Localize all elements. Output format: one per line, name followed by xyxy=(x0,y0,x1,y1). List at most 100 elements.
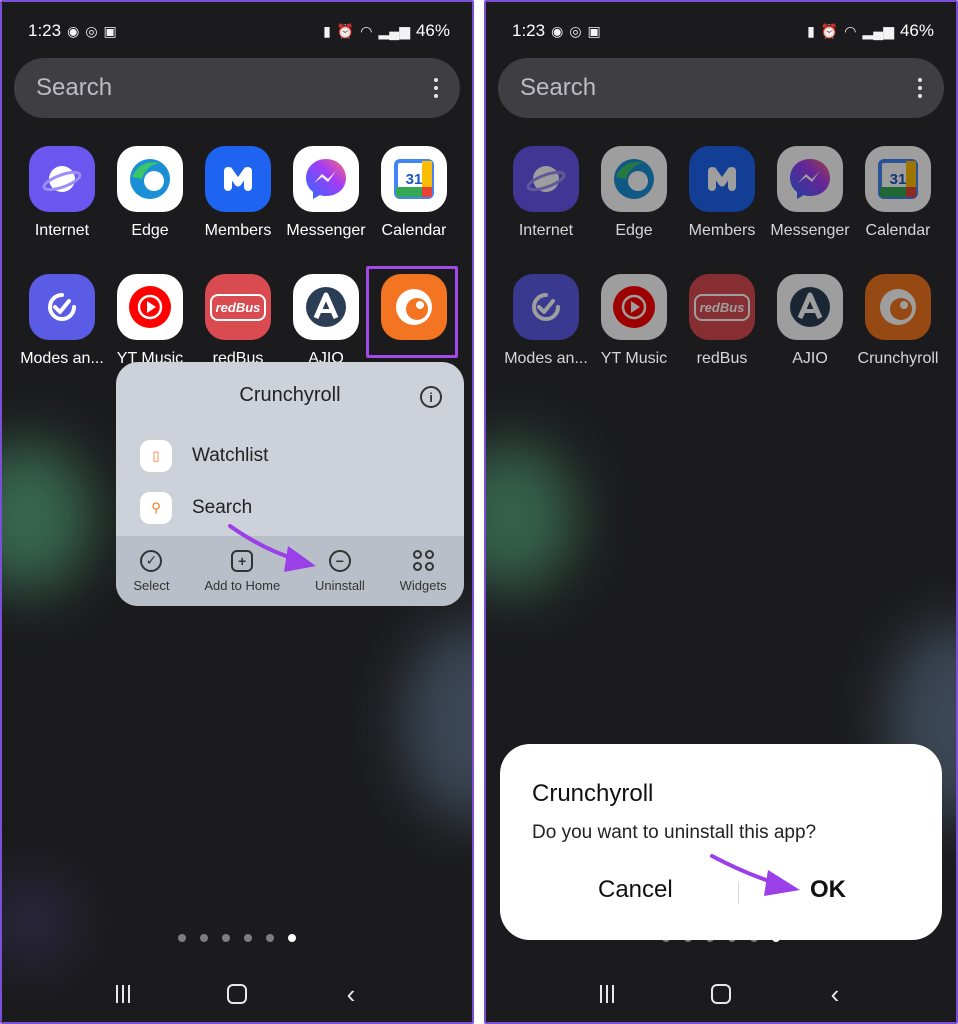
whatsapp-icon: ◉ xyxy=(551,22,564,39)
instagram-icon: ◎ xyxy=(85,22,98,39)
app-edge[interactable]: Edge xyxy=(590,146,678,240)
annotation-arrow xyxy=(710,854,800,896)
app-members[interactable]: Members xyxy=(194,146,282,240)
minus-circle-icon: − xyxy=(328,549,351,572)
app-messenger[interactable]: Messenger xyxy=(282,146,370,240)
alarm-icon: ⏰ xyxy=(336,22,355,39)
wallpaper-blob xyxy=(402,622,472,822)
app-internet[interactable]: Internet xyxy=(502,146,590,240)
members-icon xyxy=(689,146,755,212)
app-row-1: Internet Edge Members Messenger 31 Calen… xyxy=(502,146,942,240)
ok-button[interactable]: OK xyxy=(810,876,846,904)
crunchyroll-icon xyxy=(865,274,931,340)
context-menu-title: Crunchyroll xyxy=(239,384,341,406)
app-ajio[interactable]: AJIO xyxy=(766,274,854,368)
edge-icon xyxy=(117,146,183,212)
app-modes[interactable]: Modes an... xyxy=(502,274,590,368)
nav-recents-icon[interactable] xyxy=(103,985,143,1003)
page-dot[interactable] xyxy=(266,934,274,942)
cancel-button[interactable]: Cancel xyxy=(598,876,673,904)
app-label: Messenger xyxy=(770,222,850,239)
app-redbus[interactable]: redBus redBus xyxy=(678,274,766,368)
widgets-button[interactable]: Widgets xyxy=(399,549,447,593)
app-edge[interactable]: Edge xyxy=(106,146,194,240)
shortcut-label: Watchlist xyxy=(192,445,269,466)
more-vert-icon[interactable] xyxy=(434,78,438,98)
action-label: Uninstall xyxy=(314,577,365,593)
status-time: 1:23 xyxy=(28,21,62,40)
more-vert-icon[interactable] xyxy=(918,78,922,98)
nav-home-button[interactable] xyxy=(701,984,741,1004)
edge-icon xyxy=(601,146,667,212)
app-crunchyroll[interactable]: Crunchyroll xyxy=(854,274,942,368)
page-dot-active[interactable] xyxy=(288,934,296,942)
nav-back-icon[interactable]: ‹ xyxy=(815,979,855,1010)
page-dot[interactable] xyxy=(222,934,230,942)
action-label: Widgets xyxy=(399,577,447,593)
ajio-icon xyxy=(777,274,843,340)
app-calendar[interactable]: 31 Calendar xyxy=(370,146,458,240)
ajio-icon xyxy=(293,274,359,340)
info-icon[interactable]: i xyxy=(420,386,442,408)
app-yt-music[interactable]: YT Music xyxy=(106,274,194,368)
battery-saver-icon: ▮ xyxy=(323,22,331,39)
app-label: Internet xyxy=(34,222,90,239)
app-ajio[interactable]: AJIO xyxy=(282,274,370,368)
app-row-1: Internet Edge Members Messenger 31 Calen… xyxy=(18,146,458,240)
app-redbus[interactable]: redBus redBus xyxy=(194,274,282,368)
nav-recents-icon[interactable] xyxy=(587,985,627,1003)
nav-home-button[interactable] xyxy=(217,984,257,1004)
calendar-date: 31 xyxy=(889,170,907,188)
status-bar: 1:23 ◉ ◎ ▣ ▮ ⏰ ◠ ▂▄▆ 46% xyxy=(28,16,450,46)
modes-icon xyxy=(513,274,579,340)
left-phone-screen: 1:23 ◉ ◎ ▣ ▮ ⏰ ◠ ▂▄▆ 46% Search Internet xyxy=(0,0,474,1024)
app-yt-music[interactable]: YT Music xyxy=(590,274,678,368)
app-internet[interactable]: Internet xyxy=(18,146,106,240)
app-search-bar[interactable]: Search xyxy=(14,58,460,118)
dialog-message: Do you want to uninstall this app? xyxy=(532,822,817,843)
app-messenger[interactable]: Messenger xyxy=(766,146,854,240)
navigation-bar: ‹ xyxy=(486,974,956,1014)
page-dot[interactable] xyxy=(200,934,208,942)
calendar-icon: 31 xyxy=(381,146,447,212)
nav-back-icon[interactable]: ‹ xyxy=(331,979,371,1010)
signal-icon: ▂▄▆ xyxy=(378,22,410,39)
yt-music-icon xyxy=(117,274,183,340)
app-label: Internet xyxy=(518,222,574,239)
page-dot[interactable] xyxy=(244,934,252,942)
app-label: Members xyxy=(204,222,272,239)
shortcut-label: Search xyxy=(192,497,253,518)
app-calendar[interactable]: 31 Calendar xyxy=(854,146,942,240)
redbus-icon: redBus xyxy=(689,274,755,340)
action-label: Select xyxy=(133,577,170,593)
app-members[interactable]: Members xyxy=(678,146,766,240)
action-label: Add to Home xyxy=(204,577,281,593)
app-label: Edge xyxy=(615,222,653,239)
internet-icon xyxy=(513,146,579,212)
check-circle-icon: ✓ xyxy=(140,549,163,572)
app-label: YT Music xyxy=(600,350,668,367)
redbus-icon: redBus xyxy=(205,274,271,340)
page-dot[interactable] xyxy=(178,934,186,942)
calendar-date: 31 xyxy=(405,170,423,188)
app-search-bar[interactable]: Search xyxy=(498,58,944,118)
internet-icon xyxy=(29,146,95,212)
app-label: Modes an... xyxy=(504,350,588,367)
bookmark-icon: ▯ xyxy=(140,440,172,472)
status-bar: 1:23 ◉ ◎ ▣ ▮ ⏰ ◠ ▂▄▆ 46% xyxy=(512,16,934,46)
uninstall-dialog: Crunchyroll Do you want to uninstall thi… xyxy=(500,744,942,940)
battery-saver-icon: ▮ xyxy=(807,22,815,39)
status-time: 1:23 xyxy=(512,21,546,40)
redbus-logo-text: redBus xyxy=(693,293,751,321)
wallpaper-blob xyxy=(2,882,72,962)
app-label: Calendar xyxy=(865,222,931,239)
select-button[interactable]: ✓ Select xyxy=(133,549,170,593)
right-phone-screen: 1:23 ◉ ◎ ▣ ▮ ⏰ ◠ ▂▄▆ 46% Search Internet xyxy=(484,0,958,1024)
nav-home-icon xyxy=(227,984,247,1004)
gallery-icon: ▣ xyxy=(587,22,601,39)
app-modes[interactable]: Modes an... xyxy=(18,274,106,368)
shortcut-watchlist[interactable]: ▯ Watchlist xyxy=(140,440,268,472)
annotation-arrow xyxy=(228,524,316,572)
app-label: Messenger xyxy=(286,222,366,239)
instagram-icon: ◎ xyxy=(569,22,582,39)
